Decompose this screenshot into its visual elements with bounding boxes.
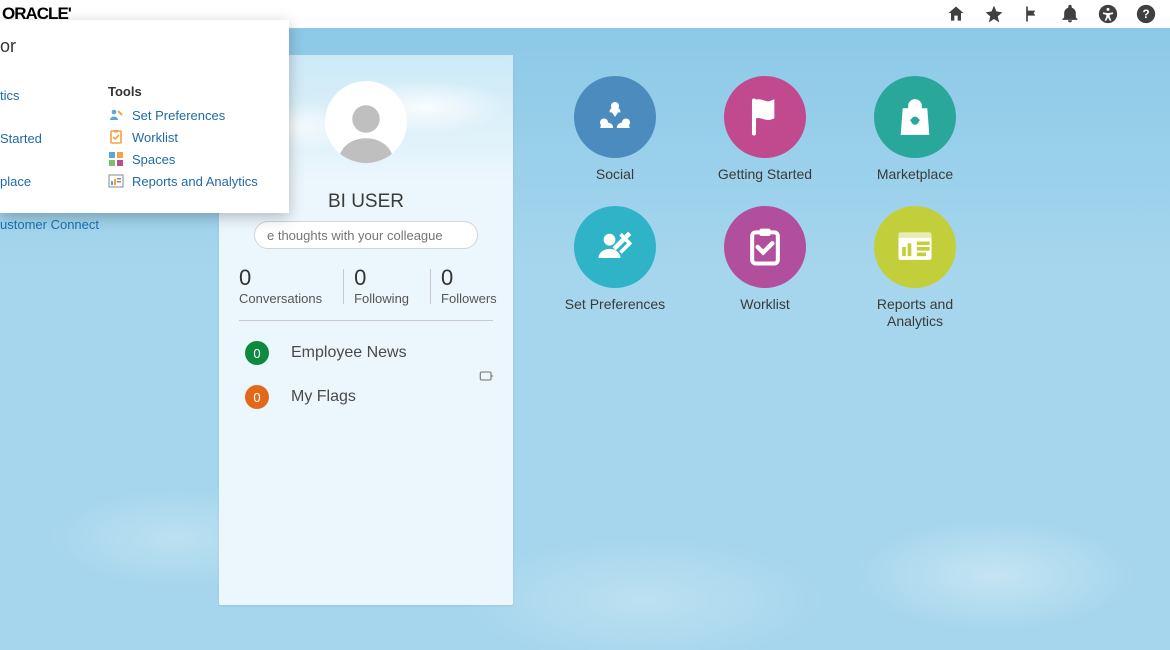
tile-worklist[interactable]: Worklist bbox=[690, 206, 840, 336]
tile-label: Getting Started bbox=[718, 166, 812, 183]
count-badge: 0 bbox=[245, 341, 269, 365]
app-tiles: Social Getting Started Marketplace Set P… bbox=[540, 76, 990, 336]
accessibility-icon[interactable] bbox=[1098, 4, 1118, 24]
star-icon[interactable] bbox=[984, 4, 1004, 24]
svg-text:?: ? bbox=[1142, 8, 1149, 21]
feed-employee-news[interactable]: 0 Employee News bbox=[219, 331, 513, 375]
nav-link[interactable]: ustomer Connect bbox=[0, 217, 99, 232]
tool-worklist[interactable]: Worklist bbox=[108, 129, 275, 145]
clipboard-icon bbox=[724, 206, 806, 288]
set-prefs-icon bbox=[108, 107, 124, 123]
feed-my-flags[interactable]: 0 My Flags bbox=[219, 375, 513, 419]
navigator-menu: or tics Started place ustomer Connect To… bbox=[0, 20, 289, 213]
worklist-icon bbox=[108, 129, 124, 145]
navigator-title-fragment: or bbox=[0, 36, 16, 57]
nav-link[interactable]: Started bbox=[0, 131, 99, 146]
share-send-icon[interactable] bbox=[479, 369, 495, 388]
stat-conversations[interactable]: 0 Conversations bbox=[239, 267, 344, 306]
home-icon[interactable] bbox=[946, 4, 966, 24]
tile-reports-analytics[interactable]: Reports and Analytics bbox=[840, 206, 990, 336]
social-icon bbox=[574, 76, 656, 158]
flag-icon[interactable] bbox=[1022, 4, 1042, 24]
tool-set-preferences[interactable]: Set Preferences bbox=[108, 107, 275, 123]
tile-label: Marketplace bbox=[877, 166, 953, 183]
tools-header: Tools bbox=[108, 84, 275, 99]
tool-label: Worklist bbox=[132, 130, 178, 145]
help-icon[interactable]: ? bbox=[1136, 4, 1156, 24]
feed-label: Employee News bbox=[291, 344, 407, 362]
tile-marketplace[interactable]: Marketplace bbox=[840, 76, 990, 206]
stat-value: 0 bbox=[239, 267, 322, 289]
tool-reports-analytics[interactable]: Reports and Analytics bbox=[108, 173, 275, 189]
top-icon-row: ? bbox=[946, 4, 1156, 24]
reports-icon bbox=[874, 206, 956, 288]
tile-set-preferences[interactable]: Set Preferences bbox=[540, 206, 690, 336]
stat-value: 0 bbox=[354, 267, 409, 289]
count-badge: 0 bbox=[245, 385, 269, 409]
reports-icon bbox=[108, 173, 124, 189]
share-input[interactable] bbox=[254, 221, 478, 249]
tile-social[interactable]: Social bbox=[540, 76, 690, 206]
tool-label: Spaces bbox=[132, 152, 175, 167]
tile-label: Set Preferences bbox=[565, 296, 665, 313]
stat-following[interactable]: 0 Following bbox=[354, 267, 431, 306]
stat-value: 0 bbox=[441, 267, 497, 289]
tile-label: Worklist bbox=[740, 296, 790, 313]
tool-spaces[interactable]: Spaces bbox=[108, 151, 275, 167]
nav-link[interactable]: place bbox=[0, 174, 99, 189]
tool-label: Reports and Analytics bbox=[132, 174, 258, 189]
navigator-left-links: tics Started place ustomer Connect bbox=[0, 88, 99, 260]
flag-icon bbox=[724, 76, 806, 158]
divider bbox=[239, 320, 493, 321]
stat-label: Following bbox=[354, 291, 409, 306]
tool-label: Set Preferences bbox=[132, 108, 225, 123]
feed-label: My Flags bbox=[291, 388, 356, 406]
tile-label: Social bbox=[596, 166, 634, 183]
bell-icon[interactable] bbox=[1060, 4, 1080, 24]
avatar[interactable] bbox=[325, 81, 407, 163]
stat-label: Followers bbox=[441, 291, 497, 306]
tile-getting-started[interactable]: Getting Started bbox=[690, 76, 840, 206]
bag-icon bbox=[874, 76, 956, 158]
spaces-icon bbox=[108, 151, 124, 167]
stats-row: 0 Conversations 0 Following 0 Followers bbox=[219, 249, 513, 316]
stat-followers[interactable]: 0 Followers bbox=[441, 267, 519, 306]
tile-label: Reports and Analytics bbox=[860, 296, 970, 330]
stat-label: Conversations bbox=[239, 291, 322, 306]
prefs-icon bbox=[574, 206, 656, 288]
nav-link[interactable]: tics bbox=[0, 88, 99, 103]
